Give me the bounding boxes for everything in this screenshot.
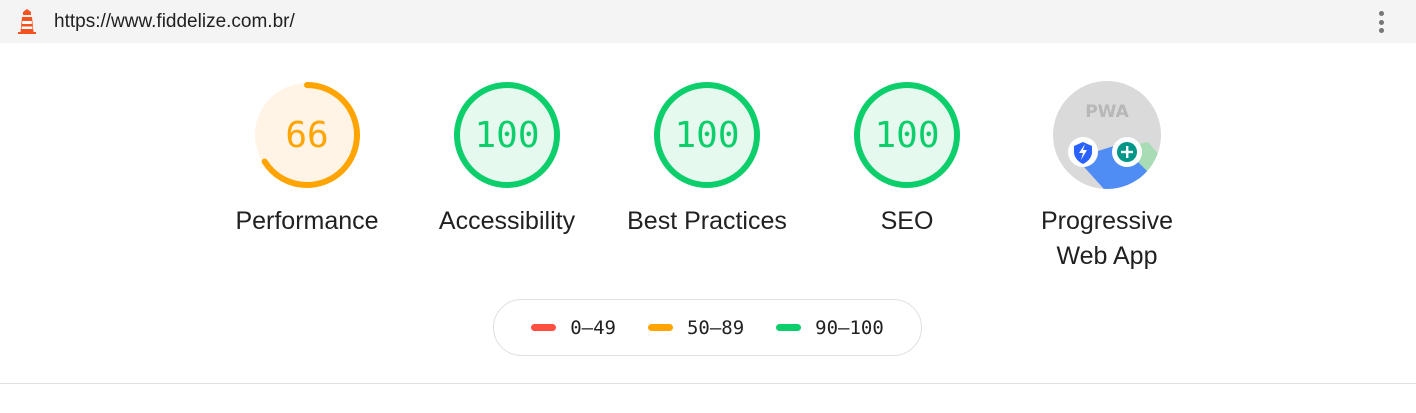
pwa-badge-icon: PWA [1053, 81, 1161, 189]
score-scale-legend: 0–49 50–89 90–100 [493, 299, 922, 356]
legend-item-average: 50–89 [647, 316, 745, 339]
gauge-label: SEO [880, 207, 934, 235]
fast-reliable-icon [1068, 137, 1098, 167]
gauge-pwa[interactable]: PWA Progressive Web App [1007, 80, 1207, 274]
legend-swatch [776, 324, 802, 331]
gauge-label: Best Practices [627, 207, 787, 235]
divider [0, 383, 1416, 384]
pwa-label-line1: Progressive [1041, 207, 1173, 235]
legend-range: 90–100 [815, 316, 884, 339]
installable-icon [1112, 137, 1142, 167]
lighthouse-icon [18, 9, 36, 34]
legend-item-fail: 0–49 [531, 317, 616, 339]
gauge-score: 100 [874, 114, 940, 156]
legend-swatch [647, 324, 673, 331]
pwa-badge-text: PWA [1085, 102, 1129, 122]
gauge-accessibility[interactable]: 100 Accessibility [407, 80, 607, 239]
report-topbar: https://www.fiddelize.com.br/ [0, 0, 1416, 43]
gauge-score: 66 [285, 114, 329, 156]
legend-range: 0–49 [570, 316, 616, 339]
gauge-label: Accessibility [438, 207, 576, 235]
gauge-seo[interactable]: 100 SEO [807, 80, 1007, 239]
gauge-label: Performance [235, 207, 379, 235]
legend-range: 50–89 [686, 316, 745, 339]
gauge-best-practices[interactable]: 100 Best Practices [607, 80, 807, 239]
gauge-score: 100 [674, 114, 740, 156]
page-url[interactable]: https://www.fiddelize.com.br/ [54, 11, 295, 33]
more-vertical-icon[interactable] [1370, 9, 1392, 35]
legend-item-pass: 90–100 [776, 317, 884, 339]
legend-swatch [531, 324, 557, 331]
gauge-label: Progressive Web App [1007, 204, 1207, 274]
scrollbar[interactable] [1399, 43, 1416, 383]
gauge-score: 100 [474, 114, 540, 156]
gauge-performance[interactable]: 66 Performance [207, 80, 407, 239]
pwa-label-line2: Web App [1056, 242, 1158, 270]
